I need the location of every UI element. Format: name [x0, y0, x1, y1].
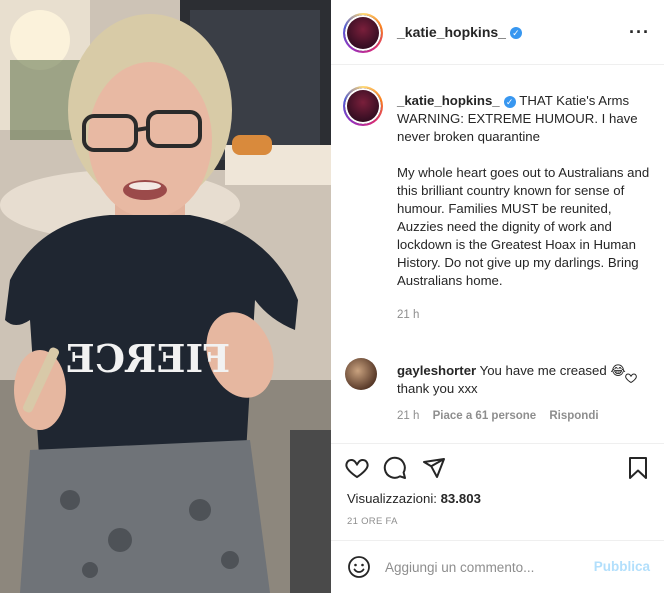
caption-text-2: My whole heart goes out to Australians a…: [397, 165, 650, 288]
svg-text:FIERCE: FIERCE: [66, 336, 231, 381]
views-number: 83.803: [440, 491, 481, 506]
save-bookmark-icon[interactable]: [626, 456, 650, 480]
caption-username-link[interactable]: _katie_hopkins_: [397, 93, 500, 108]
views-count[interactable]: Visualizzazioni: 83.803: [347, 491, 481, 506]
post-actions: Visualizzazioni: 83.803 21 ORE FA: [331, 443, 664, 543]
post-side-panel: _katie_hopkins_ ✓ ··· _katie_hopkins_ ✓ TH…: [331, 0, 664, 593]
video-frame: FIERCE: [0, 0, 331, 593]
comment-time[interactable]: 21 h: [397, 410, 419, 422]
caption-avatar[interactable]: [345, 88, 381, 124]
share-paper-plane-icon[interactable]: [422, 456, 446, 480]
comment-username-link[interactable]: gayleshorter: [397, 363, 476, 378]
comments-scroll-area[interactable]: _katie_hopkins_ ✓ THAT Katie's Arms WARNI…: [331, 66, 664, 442]
post-time-ago[interactable]: 21 ORE FA: [347, 516, 398, 527]
caption-story-ring[interactable]: [343, 86, 383, 126]
header-username-link[interactable]: _katie_hopkins_: [397, 24, 506, 40]
more-options-icon[interactable]: ···: [629, 22, 650, 43]
verified-badge-icon: ✓: [509, 26, 522, 39]
comment-input[interactable]: [385, 553, 585, 581]
avatar[interactable]: [345, 15, 381, 51]
post-comment-button[interactable]: Pubblica: [594, 559, 650, 574]
add-comment-bar: Pubblica: [331, 540, 664, 593]
action-icons: [345, 456, 456, 485]
comment-body: gayleshorter You have me creased 😂 thank…: [397, 362, 627, 398]
comment-avatar[interactable]: [345, 358, 377, 390]
comment-likes-link[interactable]: Piace a 61 persone: [433, 410, 537, 422]
views-label: Visualizzazioni:: [347, 491, 437, 506]
comment-like-heart-icon[interactable]: [625, 372, 637, 384]
post-media-video[interactable]: FIERCE: [0, 0, 331, 593]
shirt-text: FIERCE: [66, 336, 231, 381]
caption: _katie_hopkins_ ✓ THAT Katie's Arms WARNI…: [397, 92, 657, 324]
emoji-smile-icon[interactable]: [347, 555, 371, 579]
story-ring[interactable]: [343, 13, 383, 53]
comment-bubble-icon[interactable]: [383, 456, 407, 480]
caption-time[interactable]: 21 h: [397, 306, 657, 324]
comment-meta: 21 h Piace a 61 persone Rispondi: [397, 410, 609, 422]
verified-badge-icon: ✓: [503, 95, 516, 108]
header-user: _katie_hopkins_ ✓: [397, 24, 522, 42]
like-heart-icon[interactable]: [345, 456, 369, 480]
post-header: _katie_hopkins_ ✓ ···: [331, 0, 664, 65]
comment-reply-button[interactable]: Rispondi: [549, 410, 598, 422]
